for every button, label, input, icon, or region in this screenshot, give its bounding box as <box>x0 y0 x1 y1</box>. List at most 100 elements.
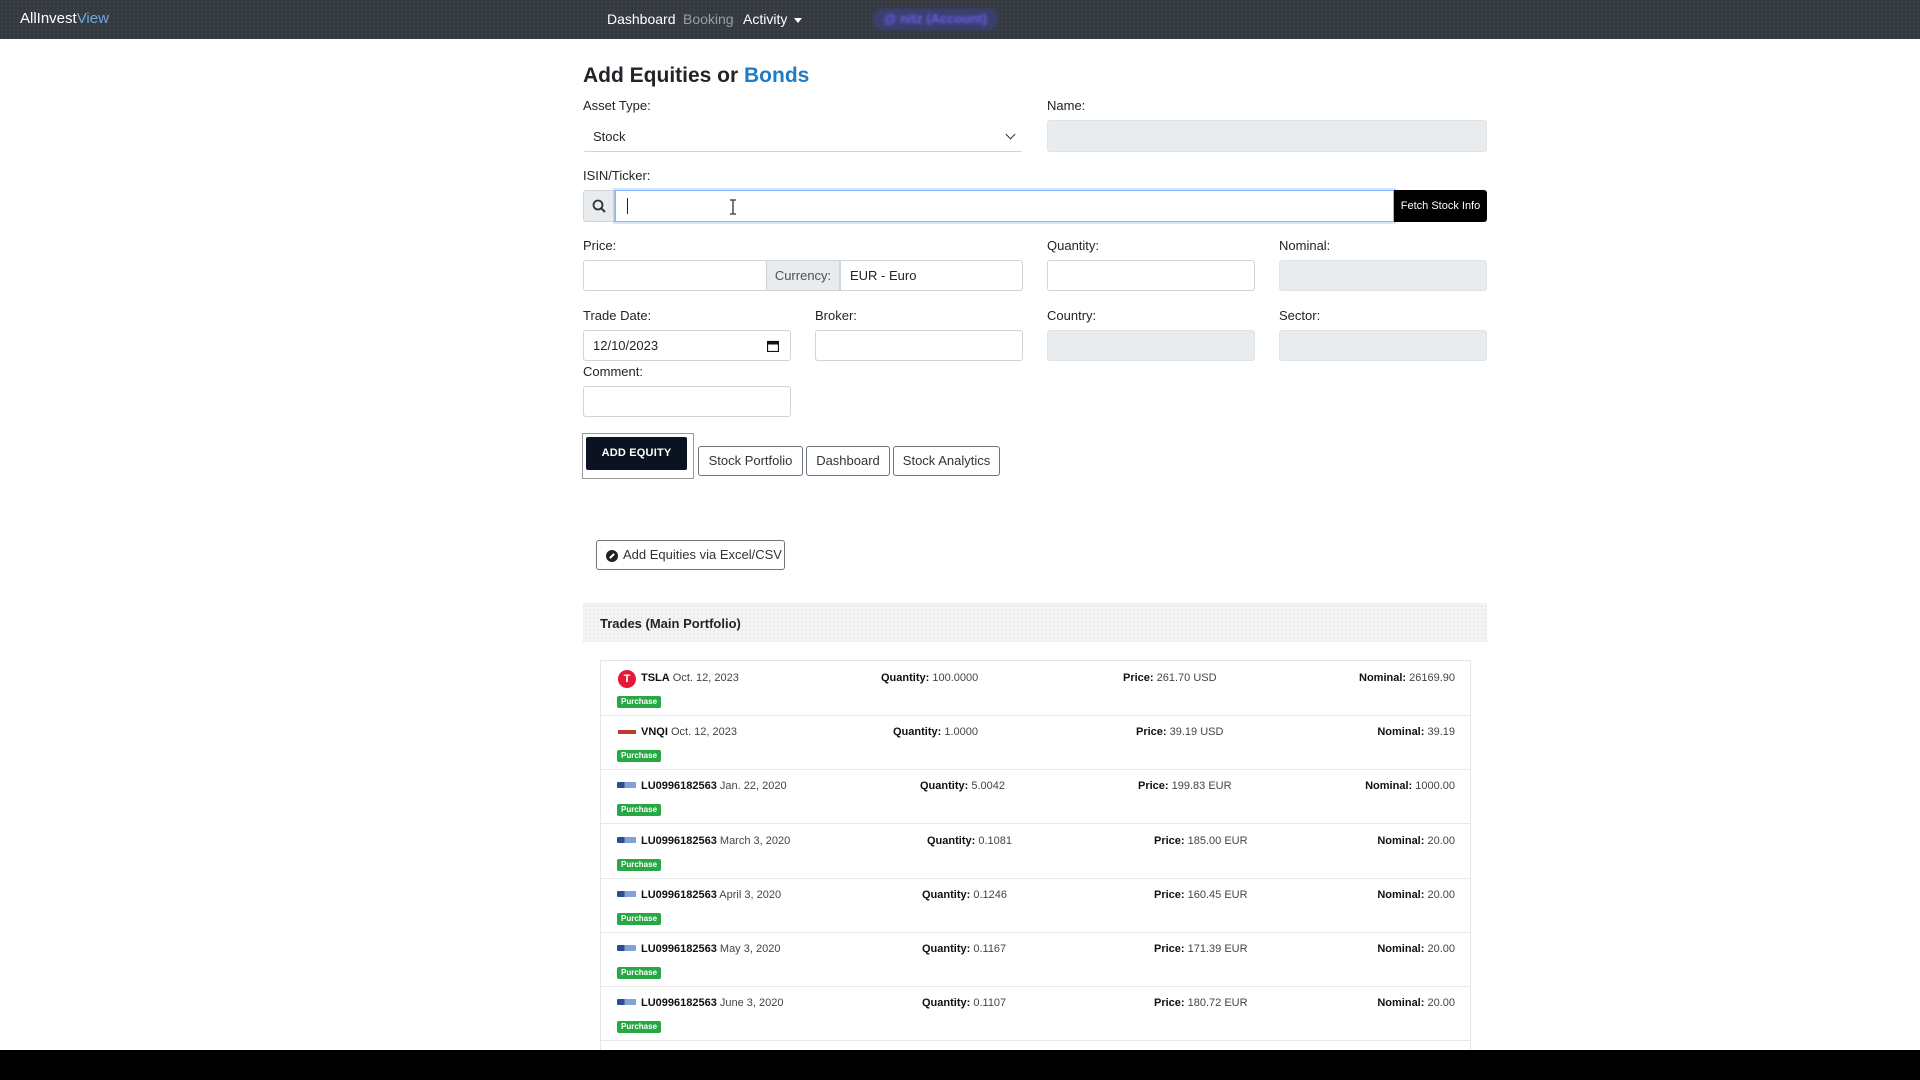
calendar-icon[interactable] <box>767 340 779 352</box>
currency-select[interactable]: EUR - Euro <box>840 260 1023 291</box>
stock-portfolio-button[interactable]: Stock Portfolio <box>698 446 803 476</box>
comment-label: Comment: <box>583 364 643 379</box>
trade-quantity-value: 5.0042 <box>968 780 1005 792</box>
nominal-label: Nominal: <box>1279 238 1331 253</box>
price-label: Price: <box>583 238 617 253</box>
trade-price: Price: 180.72 EUR <box>1154 997 1248 1009</box>
trade-quantity-label: Quantity: <box>922 997 971 1009</box>
trade-date: Oct. 12, 2023 <box>669 672 739 684</box>
trade-ticker: LU0996182563 <box>641 780 717 792</box>
trade-row[interactable]: LU0996182563 May 3, 2020 Purchase Quantity… <box>601 932 1470 987</box>
name-field <box>1047 120 1487 152</box>
trade-quantity-label: Quantity: <box>922 943 971 955</box>
trade-nominal: Nominal: 20.00 <box>1377 997 1455 1009</box>
trade-title: LU0996182563 Jan. 22, 2020 <box>641 780 787 792</box>
trade-quantity-value: 0.1167 <box>970 943 1007 955</box>
quantity-input[interactable] <box>1047 260 1255 291</box>
trade-title: LU0996182563 June 3, 2020 <box>641 997 784 1009</box>
trade-row[interactable]: LU0996182563 June 3, 2020 Purchase Quantit… <box>601 986 1470 1041</box>
trade-quantity-value: 100.0000 <box>929 672 979 684</box>
trade-date: Jan. 22, 2020 <box>716 780 787 792</box>
page: AllInvestView Dashboard Booking Activity… <box>0 0 1920 1050</box>
trade-quantity-label: Quantity: <box>927 835 976 847</box>
price-input[interactable] <box>583 260 767 291</box>
purchase-badge: Purchase <box>617 804 662 816</box>
trade-date-value: 12/10/2023 <box>593 338 659 353</box>
nav-activity[interactable]: Activity <box>743 11 803 27</box>
trade-quantity: Quantity: 1.0000 <box>893 726 978 738</box>
trade-title: LU0996182563 April 3, 2020 <box>641 889 781 901</box>
trade-ticker: LU0996182563 <box>641 889 717 901</box>
trade-price-label: Price: <box>1154 835 1185 847</box>
trade-row[interactable]: LU0996182563 April 3, 2020 Purchase Quanti… <box>601 878 1470 933</box>
isin-ticker-input[interactable] <box>615 190 1394 222</box>
brand-accent: View <box>76 10 109 27</box>
trade-price-label: Price: <box>1154 997 1185 1009</box>
broker-input[interactable] <box>815 330 1023 361</box>
stock-analytics-button[interactable]: Stock Analytics <box>893 446 1000 476</box>
broker-label: Broker: <box>815 308 857 323</box>
purchase-badge: Purchase <box>617 859 662 871</box>
trade-nominal-value: 39.19 <box>1424 726 1455 738</box>
nominal-field <box>1279 260 1487 291</box>
caret-down-icon <box>794 17 803 23</box>
trade-nominal-value: 20.00 <box>1424 997 1455 1009</box>
brand-logo[interactable]: AllInvestView <box>20 10 109 27</box>
vnq-logo-icon <box>618 730 636 734</box>
trade-price: Price: 160.45 EUR <box>1154 889 1248 901</box>
trade-date: May 3, 2020 <box>716 943 781 955</box>
trade-nominal: Nominal: 20.00 <box>1377 835 1455 847</box>
trade-row[interactable]: LU0996182563 March 3, 2020 Purchase Quanti… <box>601 824 1470 879</box>
trade-nominal-label: Nominal: <box>1377 943 1425 955</box>
trade-row[interactable]: VNQI Oct. 12, 2023 Purchase Quantity: 1.00… <box>601 715 1470 770</box>
asset-type-value: Stock <box>593 129 626 144</box>
add-equity-focus-ring: ADD EQUITY <box>582 433 694 479</box>
fetch-stock-info-button[interactable]: Fetch Stock Info <box>1394 190 1487 222</box>
trade-date: Oct. 12, 2023 <box>667 726 738 738</box>
trade-date-input[interactable]: 12/10/2023 <box>583 330 791 361</box>
brand-main: AllInvest <box>20 10 77 27</box>
trade-quantity-value: 0.1081 <box>975 835 1012 847</box>
trade-price: Price: 261.70 USD <box>1123 672 1217 684</box>
country-label: Country: <box>1047 308 1097 323</box>
text-cursor <box>627 198 628 214</box>
trade-quantity: Quantity: 0.1107 <box>922 997 1006 1009</box>
amundi-logo-icon <box>617 782 636 788</box>
trade-date: March 3, 2020 <box>716 835 791 847</box>
trade-price-value: 185.00 EUR <box>1184 835 1248 847</box>
trade-price-label: Price: <box>1154 943 1185 955</box>
account-menu[interactable]: @ nitz (Account) <box>872 8 999 30</box>
trade-date: June 3, 2020 <box>716 997 784 1009</box>
trade-nominal: Nominal: 1000.00 <box>1365 780 1455 792</box>
title-main: Add Equities or <box>583 64 745 87</box>
name-label: Name: <box>1047 98 1086 113</box>
nav-dashboard[interactable]: Dashboard <box>607 11 676 27</box>
page-title: Add Equities or Bonds <box>583 64 809 88</box>
trade-price-label: Price: <box>1136 726 1167 738</box>
trade-ticker: LU0996182563 <box>641 943 717 955</box>
add-equity-button[interactable]: ADD EQUITY <box>586 437 687 470</box>
trade-price-label: Price: <box>1123 672 1154 684</box>
trade-ticker: TSLA <box>641 672 670 684</box>
search-icon <box>583 190 615 222</box>
trade-quantity: Quantity: 0.1081 <box>927 835 1012 847</box>
tesla-logo-icon: T <box>618 670 636 688</box>
trade-date-label: Trade Date: <box>583 308 652 323</box>
trade-row[interactable]: LU0996182563 Jan. 22, 2020 Purchase Quanti… <box>601 769 1470 824</box>
add-via-csv-button[interactable]: Add Equities via Excel/CSV <box>596 540 785 570</box>
nav-activity-label: Activity <box>743 11 788 27</box>
comment-input[interactable] <box>583 386 791 417</box>
trade-quantity-value: 1.0000 <box>941 726 978 738</box>
trade-quantity-label: Quantity: <box>881 672 930 684</box>
trade-quantity: Quantity: 0.1246 <box>922 889 1007 901</box>
title-bonds-link[interactable]: Bonds <box>744 64 809 87</box>
amundi-logo-icon <box>617 891 636 897</box>
trade-row[interactable]: T TSLA Oct. 12, 2023 Purchase Quantity: 100… <box>601 661 1470 716</box>
trade-price: Price: 39.19 USD <box>1136 726 1223 738</box>
trade-price: Price: 199.83 EUR <box>1138 780 1232 792</box>
trade-date: April 3, 2020 <box>716 889 782 901</box>
dashboard-button[interactable]: Dashboard <box>806 446 890 476</box>
asset-type-select[interactable]: Stock <box>583 121 1023 152</box>
nav-booking[interactable]: Booking <box>683 11 734 27</box>
upload-icon <box>606 550 618 562</box>
